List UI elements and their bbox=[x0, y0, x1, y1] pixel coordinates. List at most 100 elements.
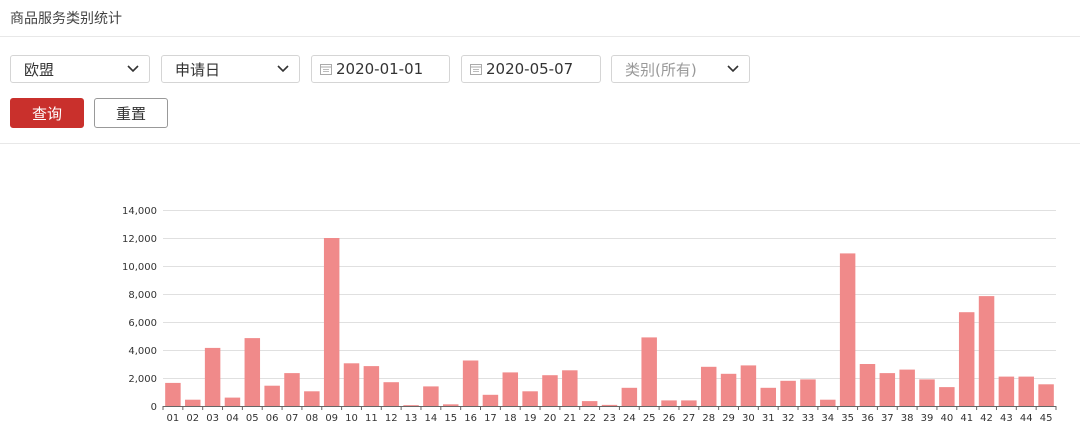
chart-gridlines bbox=[163, 210, 1056, 379]
bar-41[interactable] bbox=[958, 312, 975, 406]
bar-12[interactable] bbox=[383, 382, 399, 406]
x-tick-label: 05 bbox=[246, 413, 259, 424]
x-tick-label: 09 bbox=[325, 413, 338, 424]
x-tick-label: 16 bbox=[464, 413, 477, 424]
bar-22[interactable] bbox=[581, 401, 598, 406]
y-tick-label: 4,000 bbox=[128, 346, 157, 357]
bar-27[interactable] bbox=[681, 400, 697, 406]
x-tick-label: 10 bbox=[345, 413, 358, 424]
bar-15[interactable] bbox=[443, 404, 459, 406]
x-tick-label: 34 bbox=[821, 413, 834, 424]
y-axis-ticks: 0 2,000 4,000 6,000 8,000 10,000 12,000 14,000 bbox=[122, 206, 157, 413]
bar-42[interactable] bbox=[978, 296, 995, 406]
x-tick-label: 26 bbox=[663, 413, 676, 424]
bar-08[interactable] bbox=[304, 391, 320, 406]
bar-21[interactable] bbox=[562, 370, 578, 406]
x-tick-label: 04 bbox=[226, 413, 239, 424]
x-tick-label: 17 bbox=[484, 413, 497, 424]
query-button[interactable]: 查询 bbox=[10, 98, 84, 128]
x-tick-label: 37 bbox=[881, 413, 894, 424]
bar-30[interactable] bbox=[740, 365, 757, 406]
bar-33[interactable] bbox=[800, 379, 816, 406]
end-date-value: 2020-05-07 bbox=[486, 60, 574, 78]
bar-26[interactable] bbox=[661, 400, 677, 406]
bar-39[interactable] bbox=[919, 379, 935, 406]
section-divider bbox=[0, 143, 1080, 144]
x-tick-label: 07 bbox=[286, 413, 299, 424]
bar-36[interactable] bbox=[859, 364, 876, 406]
x-tick-label: 23 bbox=[603, 413, 616, 424]
y-tick-label: 10,000 bbox=[122, 262, 157, 273]
bar-17[interactable] bbox=[482, 394, 499, 406]
x-tick-label: 21 bbox=[563, 413, 576, 424]
calendar-icon bbox=[320, 64, 332, 75]
bar-06[interactable] bbox=[264, 385, 280, 406]
bar-10[interactable] bbox=[343, 363, 360, 406]
x-tick-label: 27 bbox=[683, 413, 696, 424]
bar-20[interactable] bbox=[542, 375, 558, 406]
bar-44[interactable] bbox=[1018, 376, 1034, 406]
bar-23[interactable] bbox=[601, 404, 618, 406]
x-tick-label: 43 bbox=[1000, 413, 1013, 424]
x-tick-label: 32 bbox=[782, 413, 795, 424]
x-tick-label: 01 bbox=[167, 413, 180, 424]
bar-18[interactable] bbox=[502, 372, 519, 406]
bar-40[interactable] bbox=[939, 387, 955, 406]
bar-16[interactable] bbox=[462, 360, 479, 407]
x-tick-label: 12 bbox=[385, 413, 398, 424]
bar-07[interactable] bbox=[284, 373, 300, 406]
bar-09[interactable] bbox=[323, 238, 340, 406]
x-tick-label: 39 bbox=[921, 413, 934, 424]
bar-24[interactable] bbox=[621, 387, 638, 406]
bar-14[interactable] bbox=[423, 386, 439, 406]
bar-34[interactable] bbox=[820, 399, 836, 406]
bar-03[interactable] bbox=[204, 347, 221, 406]
bar-04[interactable] bbox=[224, 397, 241, 406]
x-tick-label: 08 bbox=[305, 413, 318, 424]
x-tick-label: 40 bbox=[940, 413, 953, 424]
category-select-placeholder: 类别(所有) bbox=[625, 60, 697, 79]
bar-31[interactable] bbox=[760, 387, 776, 406]
bar-13[interactable] bbox=[403, 405, 419, 406]
x-tick-label: 24 bbox=[623, 413, 636, 424]
x-tick-label: 45 bbox=[1040, 413, 1053, 424]
x-tick-label: 44 bbox=[1020, 413, 1033, 424]
bar-37[interactable] bbox=[879, 373, 896, 406]
start-date-input[interactable]: 2020-01-01 bbox=[311, 55, 450, 83]
category-bar-chart: 02,0004,0006,0008,00010,00012,00014,000 … bbox=[122, 206, 1057, 424]
x-tick-label: 25 bbox=[643, 413, 656, 424]
bar-29[interactable] bbox=[720, 373, 737, 406]
x-tick-label: 02 bbox=[186, 413, 199, 424]
bar-19[interactable] bbox=[522, 391, 538, 406]
bar-35[interactable] bbox=[839, 253, 856, 406]
bar-32[interactable] bbox=[780, 380, 796, 406]
date-type-select[interactable]: 申请日 bbox=[161, 55, 300, 83]
x-tick-label: 13 bbox=[405, 413, 418, 424]
bar-28[interactable] bbox=[700, 366, 717, 406]
x-tick-label: 19 bbox=[524, 413, 537, 424]
y-tick-label: 6,000 bbox=[128, 318, 157, 329]
bar-25[interactable] bbox=[641, 337, 657, 406]
y-tick-label: 12,000 bbox=[122, 234, 157, 245]
end-date-input[interactable]: 2020-05-07 bbox=[461, 55, 601, 83]
bar-38[interactable] bbox=[899, 369, 915, 406]
date-type-select-value: 申请日 bbox=[175, 60, 221, 79]
chevron-down-icon bbox=[277, 65, 289, 73]
bar-11[interactable] bbox=[363, 366, 380, 406]
reset-button[interactable]: 重置 bbox=[94, 98, 168, 128]
region-select-value: 欧盟 bbox=[24, 60, 55, 79]
bar-45[interactable] bbox=[1038, 384, 1054, 406]
category-select[interactable]: 类别(所有) bbox=[611, 55, 750, 83]
x-tick-label: 35 bbox=[841, 413, 854, 424]
bar-05[interactable] bbox=[244, 338, 261, 406]
region-select[interactable]: 欧盟 bbox=[10, 55, 150, 83]
y-tick-label: 0 bbox=[151, 402, 157, 413]
x-tick-label: 31 bbox=[762, 413, 775, 424]
x-tick-label: 42 bbox=[980, 413, 993, 424]
bar-02[interactable] bbox=[185, 399, 201, 406]
x-tick-label: 22 bbox=[583, 413, 596, 424]
bar-43[interactable] bbox=[998, 376, 1015, 406]
chevron-down-icon bbox=[727, 65, 739, 73]
bar-01[interactable] bbox=[165, 382, 181, 406]
page-header: 商品服务类别统计 bbox=[0, 0, 1080, 37]
